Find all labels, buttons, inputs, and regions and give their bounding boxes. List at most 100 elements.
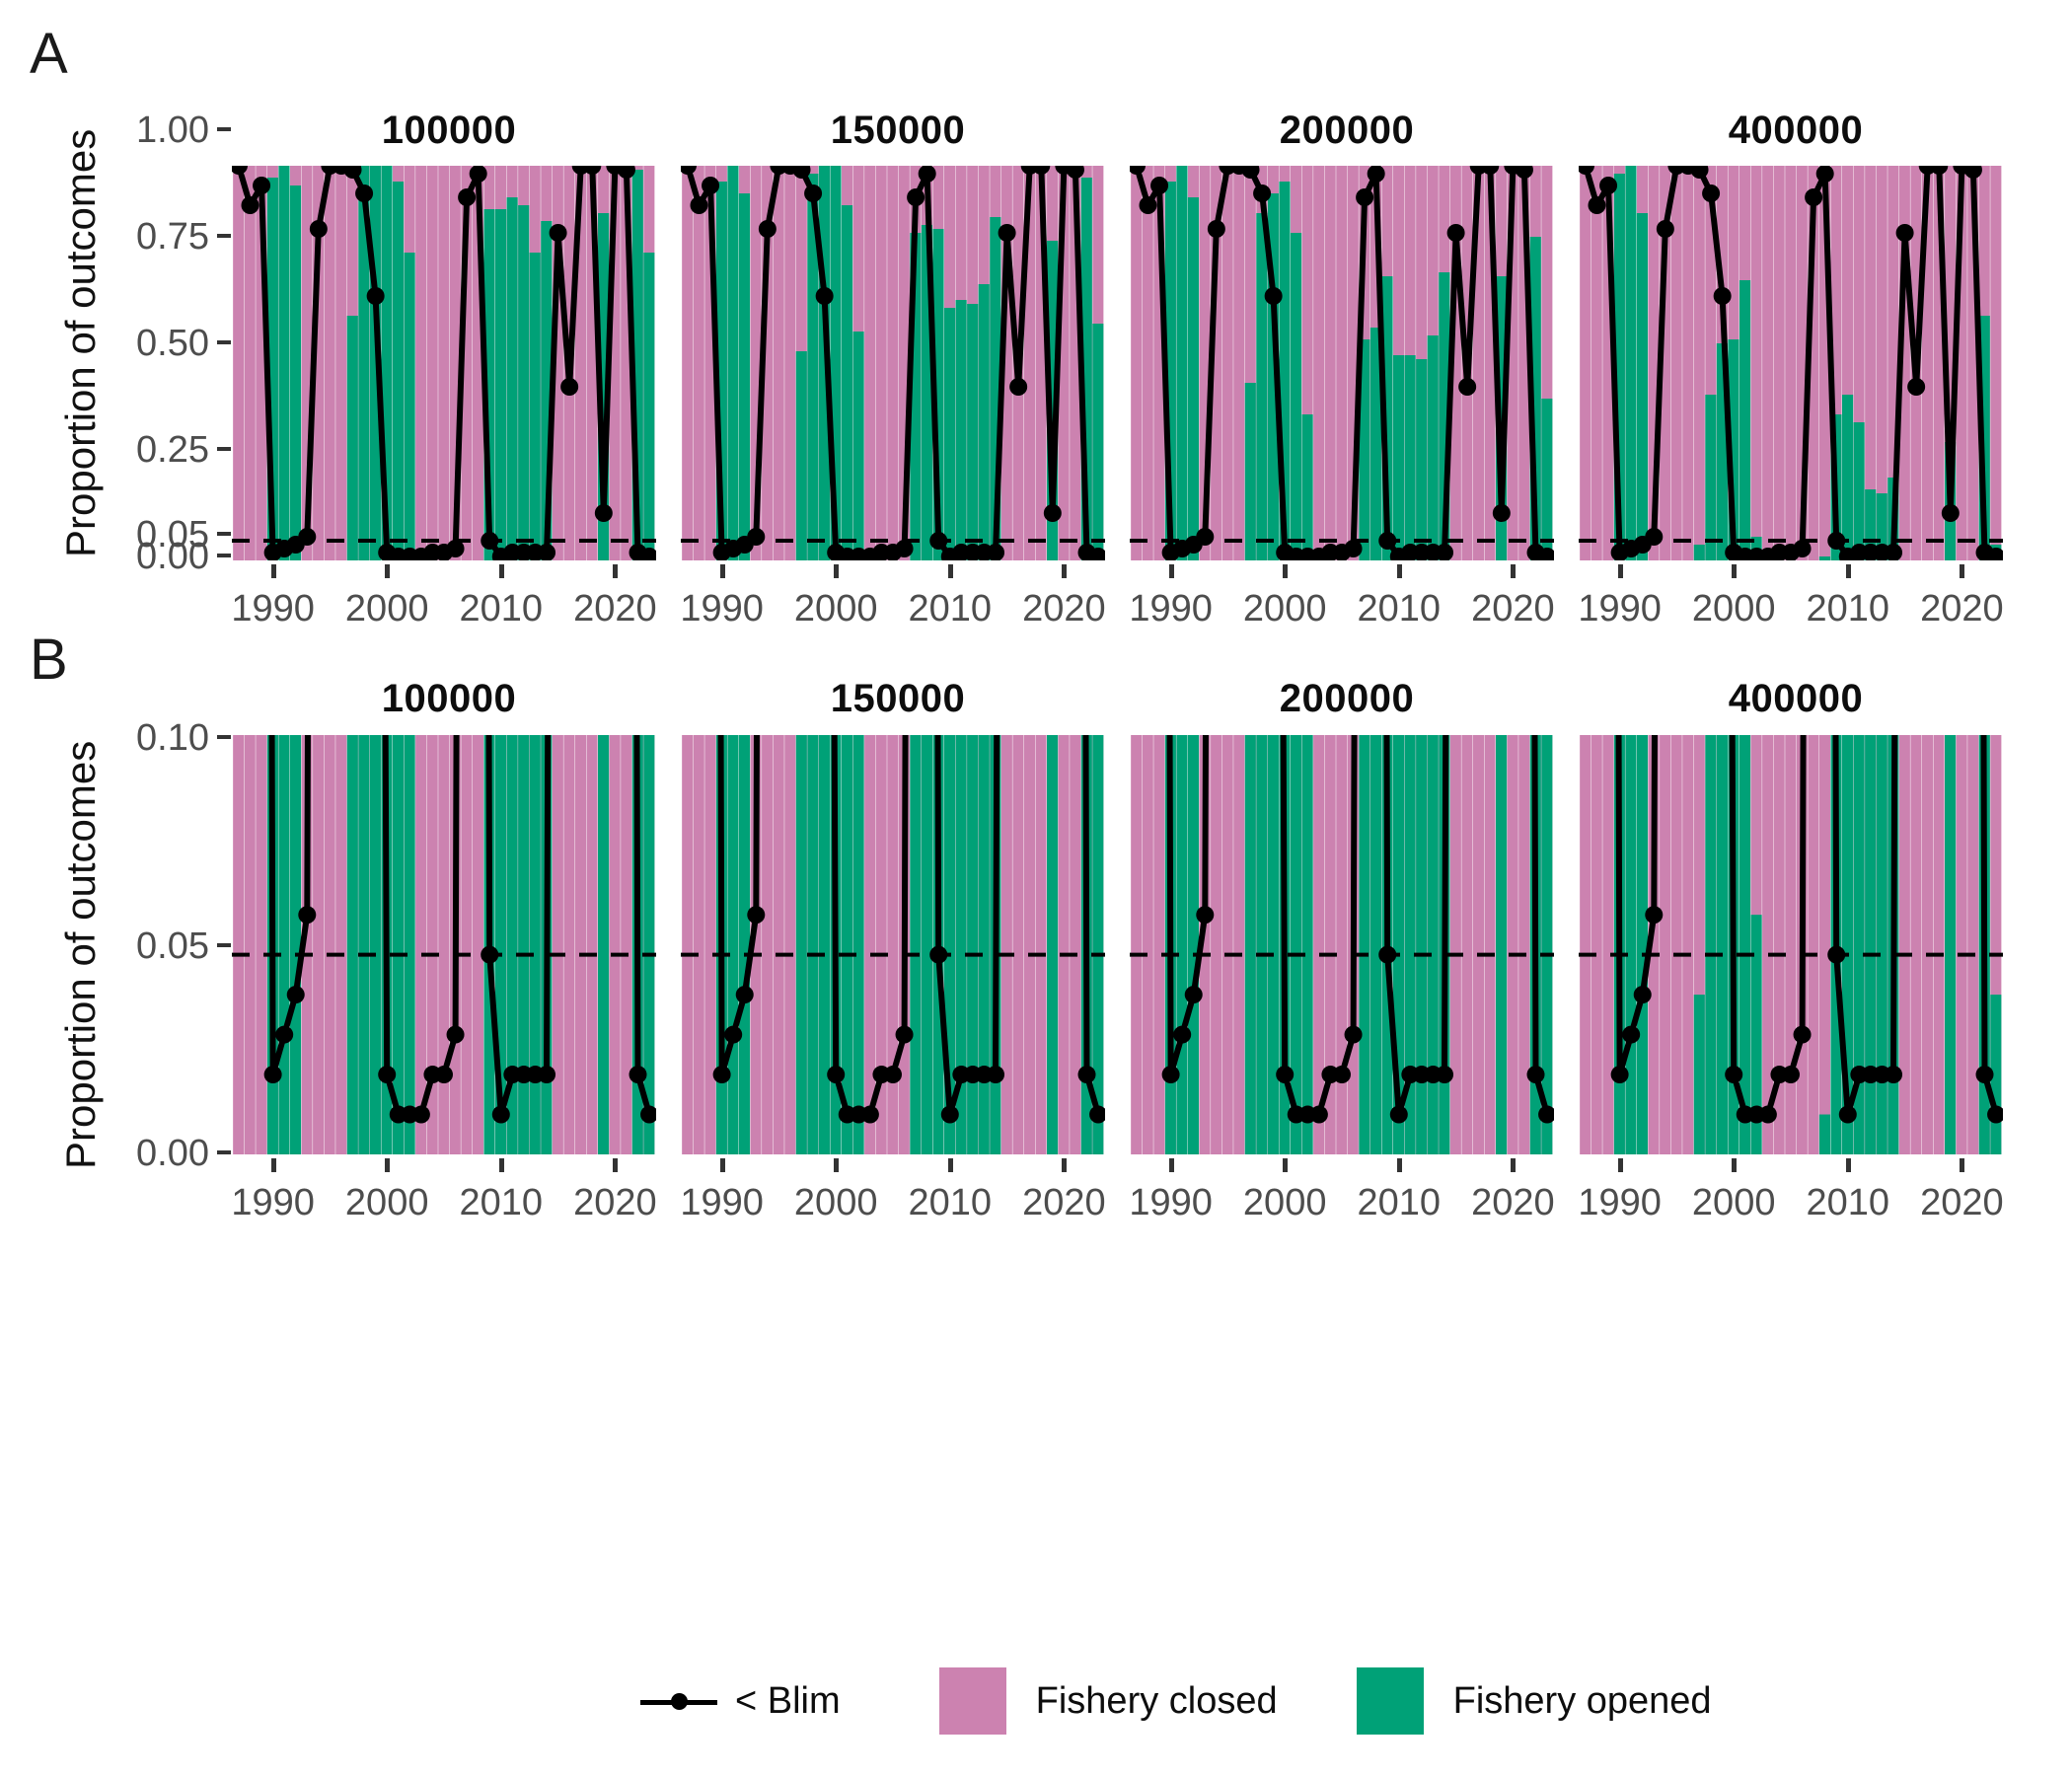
xtick-label-2000: 2000: [793, 1182, 878, 1223]
facet-title-a-100000: 100000: [381, 109, 517, 152]
xtick-mark: [1511, 564, 1517, 578]
legend-item-fishery-opened[interactable]: Fishery opened: [1356, 1667, 1712, 1735]
legend-item-blim[interactable]: < Blim: [636, 1680, 841, 1723]
panel-a-ytick-mark: [217, 127, 231, 131]
panel-b-ytick-0.05: 0.05: [136, 925, 209, 967]
panel-a-ytick-mark: [217, 340, 231, 344]
xtick-label-2000: 2000: [793, 588, 878, 629]
xtick-mark: [1511, 1158, 1517, 1172]
xtick-mark: [947, 1158, 953, 1172]
facet-title-b-400000: 400000: [1728, 677, 1864, 720]
xtick-label-2010: 2010: [908, 588, 993, 629]
legend-label-fishery-opened: Fishery opened: [1452, 1679, 1712, 1722]
swatch-fishery-opened: [1356, 1667, 1424, 1735]
panel-a-ytick-mark: [217, 234, 231, 238]
xtick-mark: [385, 564, 391, 578]
xtick-label-2010: 2010: [1806, 1182, 1890, 1223]
plot-area-b-150000[interactable]: [681, 735, 1105, 1154]
panel-letter-a: A: [30, 22, 68, 86]
legend-item-fishery-closed[interactable]: Fishery closed: [938, 1667, 1278, 1735]
xtick-mark: [1062, 1158, 1068, 1172]
xtick-label-1990: 1990: [680, 588, 764, 629]
plot-area-a-150000[interactable]: [681, 166, 1105, 560]
xtick-mark: [1617, 1158, 1623, 1172]
facet-title-a-150000: 150000: [830, 109, 966, 152]
panel-a-ytick-0.50: 0.50: [136, 323, 209, 364]
panel-b-ytick-mark: [217, 735, 231, 739]
xtick-mark: [1168, 564, 1174, 578]
xtick-mark: [1960, 1158, 1965, 1172]
legend-label-blim: < Blim: [735, 1679, 841, 1722]
panel-a-ytick-0.25: 0.25: [136, 429, 209, 471]
panel-b-ytick-0.00: 0.00: [136, 1133, 209, 1174]
xtick-mark: [613, 1158, 619, 1172]
xtick-mark: [1960, 564, 1965, 578]
xtick-label-1990: 1990: [231, 1182, 315, 1223]
xtick-label-2010: 2010: [908, 1182, 993, 1223]
swatch-fishery-closed: [938, 1667, 1006, 1735]
panel-b-ytick-mark: [217, 1150, 231, 1154]
xtick-mark: [947, 564, 953, 578]
xtick-mark: [834, 1158, 840, 1172]
xtick-label-1990: 1990: [1578, 588, 1662, 629]
xtick-label-1990: 1990: [1129, 1182, 1213, 1223]
legend: < Blim Fishery closed Fishery opened: [636, 1667, 1712, 1735]
panel-letter-b: B: [30, 628, 68, 692]
xtick-label-2010: 2010: [1357, 588, 1442, 629]
xtick-mark: [1732, 1158, 1738, 1172]
xtick-label-2020: 2020: [1920, 1182, 2004, 1223]
xtick-mark: [1283, 1158, 1289, 1172]
xtick-label-2000: 2000: [344, 1182, 429, 1223]
facet-title-b-100000: 100000: [381, 677, 517, 720]
xtick-mark: [613, 564, 619, 578]
xtick-mark: [498, 564, 504, 578]
xtick-mark: [1396, 1158, 1402, 1172]
plot-area-b-200000[interactable]: [1130, 735, 1554, 1154]
xtick-mark: [1168, 1158, 1174, 1172]
xtick-mark: [270, 1158, 276, 1172]
facet-title-a-400000: 400000: [1728, 109, 1864, 152]
xtick-label-2000: 2000: [1242, 588, 1327, 629]
xtick-label-2000: 2000: [1691, 588, 1776, 629]
xtick-label-2010: 2010: [459, 588, 544, 629]
panel-b-ytick-0.10: 0.10: [136, 717, 209, 759]
xtick-label-2010: 2010: [459, 1182, 544, 1223]
line-point-icon: [636, 1681, 721, 1721]
xtick-label-2010: 2010: [1357, 1182, 1442, 1223]
panel-a-ytick-1.00: 1.00: [136, 110, 209, 151]
panel-a-ytick-0.75: 0.75: [136, 216, 209, 258]
xtick-mark: [1845, 564, 1851, 578]
xtick-label-1990: 1990: [1129, 588, 1213, 629]
xtick-mark: [1283, 564, 1289, 578]
xtick-mark: [1062, 564, 1068, 578]
plot-area-a-400000[interactable]: [1579, 166, 2003, 560]
xtick-mark: [1396, 564, 1402, 578]
panel-b-ytick-mark: [217, 943, 231, 947]
panel-a-ytick-mark: [217, 532, 231, 536]
xtick-label-1990: 1990: [680, 1182, 764, 1223]
xtick-mark: [719, 564, 725, 578]
panel-a-ytick-mark: [217, 554, 231, 557]
xtick-mark: [498, 1158, 504, 1172]
xtick-mark: [1732, 564, 1738, 578]
xtick-label-2010: 2010: [1806, 588, 1890, 629]
xtick-mark: [1845, 1158, 1851, 1172]
facet-title-b-200000: 200000: [1279, 677, 1415, 720]
plot-area-a-200000[interactable]: [1130, 166, 1554, 560]
panel-a-ytick-0.00: 0.00: [136, 536, 209, 577]
facet-title-a-200000: 200000: [1279, 109, 1415, 152]
plot-area-a-100000[interactable]: [232, 166, 656, 560]
plot-area-b-100000[interactable]: [232, 735, 656, 1154]
legend-label-fishery-closed: Fishery closed: [1035, 1679, 1278, 1722]
xtick-label-1990: 1990: [1578, 1182, 1662, 1223]
facet-title-b-150000: 150000: [830, 677, 966, 720]
xtick-mark: [270, 564, 276, 578]
xtick-mark: [385, 1158, 391, 1172]
xtick-mark: [1617, 564, 1623, 578]
figure-root: A Proportion of outcomes 1.00 0.75 0.50 …: [0, 0, 2072, 1776]
xtick-label-2000: 2000: [1691, 1182, 1776, 1223]
xtick-mark: [719, 1158, 725, 1172]
panel-a-ytick-mark: [217, 447, 231, 451]
plot-area-b-400000[interactable]: [1579, 735, 2003, 1154]
xtick-mark: [834, 564, 840, 578]
